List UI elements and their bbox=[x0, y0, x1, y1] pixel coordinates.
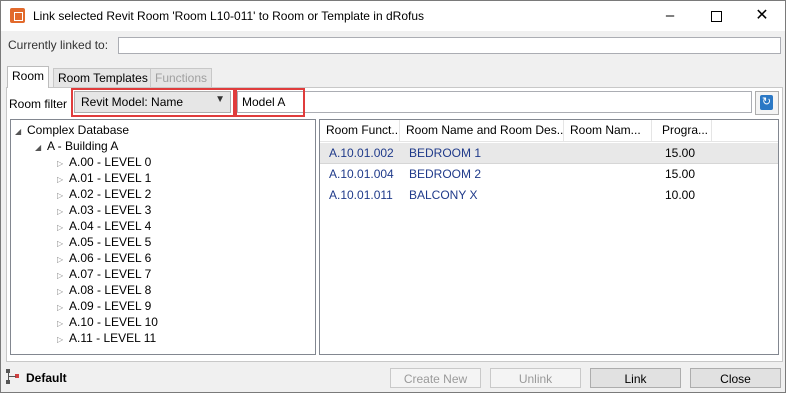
cell-room-name-description: BEDROOM 2 bbox=[409, 167, 482, 181]
tree-node-level[interactable]: ▷ A.07 - LEVEL 7 bbox=[57, 266, 151, 282]
highlight-box-select bbox=[71, 88, 235, 117]
tree-node-label: A.06 - LEVEL 6 bbox=[69, 251, 152, 265]
tree-node-level[interactable]: ▷ A.02 - LEVEL 2 bbox=[57, 186, 151, 202]
tab-room-templates[interactable]: Room Templates bbox=[53, 68, 153, 87]
refresh-icon: ↻ bbox=[760, 95, 773, 110]
tab-functions: Functions bbox=[150, 68, 213, 87]
cell-programmed-area: 15.00 bbox=[665, 167, 696, 181]
tree-node-level[interactable]: ▷ A.04 - LEVEL 4 bbox=[57, 218, 151, 234]
refresh-button[interactable]: ↻ bbox=[755, 91, 779, 115]
maximize-icon bbox=[710, 10, 722, 22]
tree-node-level[interactable]: ▷ A.08 - LEVEL 8 bbox=[57, 282, 151, 298]
tree-node-label: A.04 - LEVEL 4 bbox=[69, 219, 152, 233]
table-row[interactable]: A.10.01.004 BEDROOM 2 15.00 bbox=[320, 164, 778, 184]
col-room-name-description[interactable]: Room Name and Room Des... bbox=[400, 120, 564, 141]
cell-room-name-description: BALCONY X bbox=[409, 188, 478, 202]
tree-node-label: A.01 - LEVEL 1 bbox=[69, 171, 152, 185]
cell-programmed-area: 15.00 bbox=[665, 146, 696, 160]
tree-node-label: A - Building A bbox=[47, 139, 119, 153]
maximize-button[interactable] bbox=[693, 1, 739, 31]
tree-node-label: A.10 - LEVEL 10 bbox=[69, 315, 158, 329]
cell-room-function: A.10.01.002 bbox=[329, 146, 394, 160]
drofus-app-icon bbox=[10, 8, 25, 23]
settings-tree-icon[interactable] bbox=[5, 368, 21, 386]
create-new-button: Create New bbox=[390, 368, 481, 388]
tree-node-label: Complex Database bbox=[27, 123, 130, 137]
title-bar[interactable]: Link selected Revit Room 'Room L10-011' … bbox=[1, 1, 785, 31]
room-tree[interactable]: ◢ Complex Database ◢ A - Building A ▷ A.00 … bbox=[10, 119, 316, 355]
cell-programmed-area: 10.00 bbox=[665, 188, 696, 202]
tree-node-level[interactable]: ▷ A.01 - LEVEL 1 bbox=[57, 170, 151, 186]
currently-linked-field[interactable] bbox=[118, 37, 781, 54]
close-window-button[interactable]: ✕ bbox=[739, 1, 785, 31]
caret-collapsed-icon: ▷ bbox=[57, 335, 64, 344]
highlight-box-input bbox=[235, 88, 305, 117]
room-grid[interactable]: Room Funct... Room Name and Room Des... … bbox=[319, 119, 779, 355]
tree-node-building[interactable]: ◢ A - Building A bbox=[35, 138, 118, 154]
col-room-function[interactable]: Room Funct... bbox=[320, 120, 400, 141]
caret-expanded-icon: ◢ bbox=[15, 127, 22, 136]
col-room-name[interactable]: Room Nam... bbox=[564, 120, 652, 141]
cell-room-name-description: BEDROOM 1 bbox=[409, 146, 482, 160]
link-button[interactable]: Link bbox=[590, 368, 681, 388]
window-title: Link selected Revit Room 'Room L10-011' … bbox=[33, 9, 424, 23]
tree-node-label: A.02 - LEVEL 2 bbox=[69, 187, 152, 201]
dialog-window: Link selected Revit Room 'Room L10-011' … bbox=[0, 0, 786, 393]
tree-node-label: A.11 - LEVEL 11 bbox=[69, 331, 157, 345]
currently-linked-label: Currently linked to: bbox=[8, 38, 109, 52]
tree-node-label: A.08 - LEVEL 8 bbox=[69, 283, 152, 297]
tree-node-root[interactable]: ◢ Complex Database bbox=[15, 122, 129, 138]
unlink-button: Unlink bbox=[490, 368, 581, 388]
minimize-button[interactable]: – bbox=[647, 1, 693, 31]
tree-node-level[interactable]: ▷ A.00 - LEVEL 0 bbox=[57, 154, 151, 170]
table-row[interactable]: A.10.01.002 BEDROOM 1 15.00 bbox=[320, 143, 778, 164]
tree-node-level[interactable]: ▷ A.06 - LEVEL 6 bbox=[57, 250, 151, 266]
tree-node-level[interactable]: ▷ A.09 - LEVEL 9 bbox=[57, 298, 151, 314]
col-programmed-area[interactable]: Progra... bbox=[652, 120, 712, 141]
tree-node-level[interactable]: ▷ A.11 - LEVEL 11 bbox=[57, 330, 156, 346]
tree-node-label: A.07 - LEVEL 7 bbox=[69, 267, 152, 281]
room-filter-label: Room filter bbox=[9, 97, 68, 111]
tree-node-level[interactable]: ▷ A.03 - LEVEL 3 bbox=[57, 202, 151, 218]
tree-node-label: A.05 - LEVEL 5 bbox=[69, 235, 152, 249]
tree-node-level[interactable]: ▷ A.05 - LEVEL 5 bbox=[57, 234, 151, 250]
tree-node-level[interactable]: ▷ A.10 - LEVEL 10 bbox=[57, 314, 158, 330]
cell-room-function: A.10.01.004 bbox=[329, 167, 394, 181]
caret-expanded-icon: ◢ bbox=[35, 143, 42, 152]
cell-room-function: A.10.01.011 bbox=[329, 188, 393, 202]
default-profile-label[interactable]: Default bbox=[26, 371, 67, 385]
room-filter-input[interactable]: Model A bbox=[237, 91, 752, 113]
tab-room[interactable]: Room bbox=[7, 66, 50, 88]
table-row[interactable]: A.10.01.011 BALCONY X 10.00 bbox=[320, 185, 778, 205]
tree-node-label: A.00 - LEVEL 0 bbox=[69, 155, 152, 169]
tree-node-label: A.03 - LEVEL 3 bbox=[69, 203, 152, 217]
grid-header: Room Funct... Room Name and Room Des... … bbox=[320, 120, 778, 142]
close-button[interactable]: Close bbox=[690, 368, 781, 388]
tree-node-label: A.09 - LEVEL 9 bbox=[69, 299, 152, 313]
